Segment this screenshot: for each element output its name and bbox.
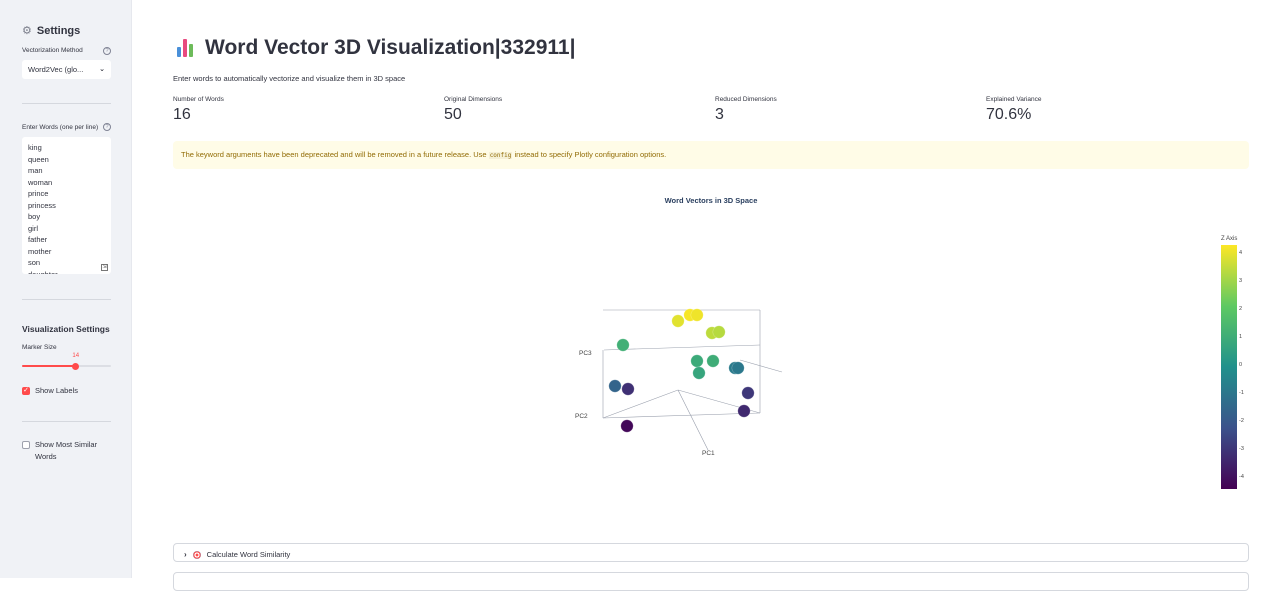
- word-line: father: [28, 235, 48, 244]
- vectorization-method-select[interactable]: Word2Vec (glo... ⌄: [22, 60, 111, 79]
- metric-value: 16: [173, 106, 191, 123]
- warning-text-1: The keyword arguments have been deprecat…: [181, 150, 489, 159]
- sidebar-title: Settings: [36, 24, 81, 37]
- page-title: Word Vector 3D Visualization|332911|: [205, 36, 576, 59]
- data-point: [706, 354, 720, 368]
- metric-value: 50: [444, 106, 462, 123]
- divider: [22, 299, 111, 300]
- data-point: [620, 419, 634, 433]
- marker-size-label: Marker Size: [22, 344, 57, 351]
- metric-words: Number of Words 16: [173, 96, 224, 124]
- gear-icon: ⚙: [22, 25, 32, 37]
- marker-size-value: 14: [72, 353, 80, 359]
- data-point: [690, 308, 704, 322]
- colorbar-tick: -3: [1239, 446, 1244, 452]
- colorbar-gradient: [1221, 245, 1237, 489]
- resize-handle-icon[interactable]: ⇲: [101, 264, 108, 271]
- similarity-expander[interactable]: › Calculate Word Similarity: [173, 543, 1249, 562]
- help-icon[interactable]: ?: [103, 123, 111, 131]
- colorbar-tick: 2: [1239, 306, 1242, 312]
- colorbar-title: Z Axis: [1221, 236, 1237, 242]
- colorbar-tick: 1: [1239, 334, 1242, 340]
- colorbar: Z Axis 4 3 2 1 0 -1 -2 -3 -4: [1221, 236, 1244, 489]
- expander-label: Calculate Word Similarity: [206, 550, 291, 559]
- colorbar-tick: -1: [1239, 390, 1244, 396]
- warning-code: config: [488, 152, 513, 159]
- colorbar-tick: 3: [1239, 278, 1242, 284]
- visualization-settings-title: Visualization Settings: [22, 324, 110, 334]
- show-labels-checkbox[interactable]: ✓: [22, 387, 30, 395]
- chevron-right-icon: ›: [184, 550, 187, 559]
- word-line: prince: [28, 189, 49, 198]
- colorbar-tick: -4: [1239, 474, 1244, 480]
- slider-fill: [22, 365, 76, 367]
- show-similar-checkbox[interactable]: [22, 441, 30, 449]
- colorbar-tick: 0: [1239, 362, 1242, 368]
- axis-tick-label: PC2: [575, 413, 588, 420]
- bar-chart-icon: [175, 37, 197, 59]
- colorbar-tick: 4: [1239, 250, 1242, 256]
- plot-axes: PC3 PC2 PC1: [575, 309, 783, 457]
- help-icon[interactable]: ?: [103, 47, 111, 55]
- vectorization-method-value: Word2Vec (glo...: [28, 65, 84, 74]
- title-row: Word Vector 3D Visualization|332911|: [175, 36, 575, 60]
- axis-line: [739, 359, 783, 373]
- data-point: [731, 361, 745, 375]
- divider: [22, 421, 111, 422]
- metric-value: 70.6%: [986, 106, 1032, 123]
- slider-thumb[interactable]: [71, 362, 79, 370]
- data-point: [712, 325, 726, 339]
- metric-explained-variance: Explained Variance 70.6%: [986, 96, 1042, 124]
- data-point: [692, 366, 706, 380]
- sidebar-header: ⚙ Settings: [22, 24, 81, 38]
- sidebar: ⚙ Settings Vectorization Method ? Word2V…: [0, 0, 132, 578]
- data-point: [671, 314, 685, 328]
- axis-line: [677, 389, 709, 451]
- metric-label: Number of Words: [173, 96, 224, 103]
- word-line: princess: [28, 200, 56, 210]
- word-line: king: [28, 143, 42, 152]
- target-icon: [192, 550, 201, 559]
- word-line: man: [28, 166, 43, 175]
- words-input-label: Enter Words (one per line): [22, 124, 99, 131]
- axis-tick-label: PC3: [579, 350, 592, 357]
- colorbar-tick: -2: [1239, 418, 1244, 424]
- show-similar-label: Show Most Similar Words: [35, 440, 98, 461]
- data-point: [621, 382, 635, 396]
- data-point: [737, 404, 751, 418]
- next-expander[interactable]: [173, 572, 1249, 591]
- data-point: [608, 379, 622, 393]
- plot-3d[interactable]: PC3 PC2 PC1 Z Axis 4 3 2 1 0 -1 -2 -3 -4: [133, 225, 1280, 525]
- vectorization-method-label: Vectorization Method: [22, 47, 83, 54]
- axis-line: [602, 412, 761, 419]
- chart-title: Word Vectors in 3D Space: [664, 196, 758, 205]
- axis-line: [602, 389, 679, 419]
- word-line: son: [28, 258, 41, 267]
- metric-reduced-dims: Reduced Dimensions 3: [715, 96, 777, 124]
- marker-size-slider[interactable]: 14: [22, 353, 111, 370]
- data-point: [741, 386, 755, 400]
- word-line: queen: [28, 154, 49, 164]
- warning-text-2: instead to specify Plotly configuration …: [512, 150, 667, 159]
- deprecation-warning: The keyword arguments have been deprecat…: [173, 141, 1249, 169]
- show-labels-label: Show Labels: [35, 386, 78, 395]
- metric-label: Reduced Dimensions: [715, 96, 777, 103]
- words-textarea[interactable]: king queen man woman prince princess boy girl fa…: [22, 137, 111, 274]
- metric-value: 3: [715, 106, 724, 123]
- word-line: daughter: [28, 269, 58, 275]
- chevron-down-icon: ⌄: [99, 66, 105, 73]
- word-line: woman: [28, 177, 53, 187]
- data-point: [616, 338, 630, 352]
- word-line: mother: [28, 246, 52, 256]
- word-line: girl: [28, 223, 39, 233]
- divider: [22, 103, 111, 104]
- main-content: Word Vector 3D Visualization|332911| Ent…: [133, 0, 1280, 591]
- data-point: [690, 354, 704, 368]
- metric-label: Explained Variance: [986, 96, 1042, 103]
- metric-label: Original Dimensions: [444, 96, 503, 103]
- axis-tick-label: PC1: [702, 450, 715, 457]
- page-subtitle: Enter words to automatically vectorize a…: [173, 74, 406, 83]
- metric-original-dims: Original Dimensions 50: [444, 96, 502, 124]
- word-line: boy: [28, 212, 41, 221]
